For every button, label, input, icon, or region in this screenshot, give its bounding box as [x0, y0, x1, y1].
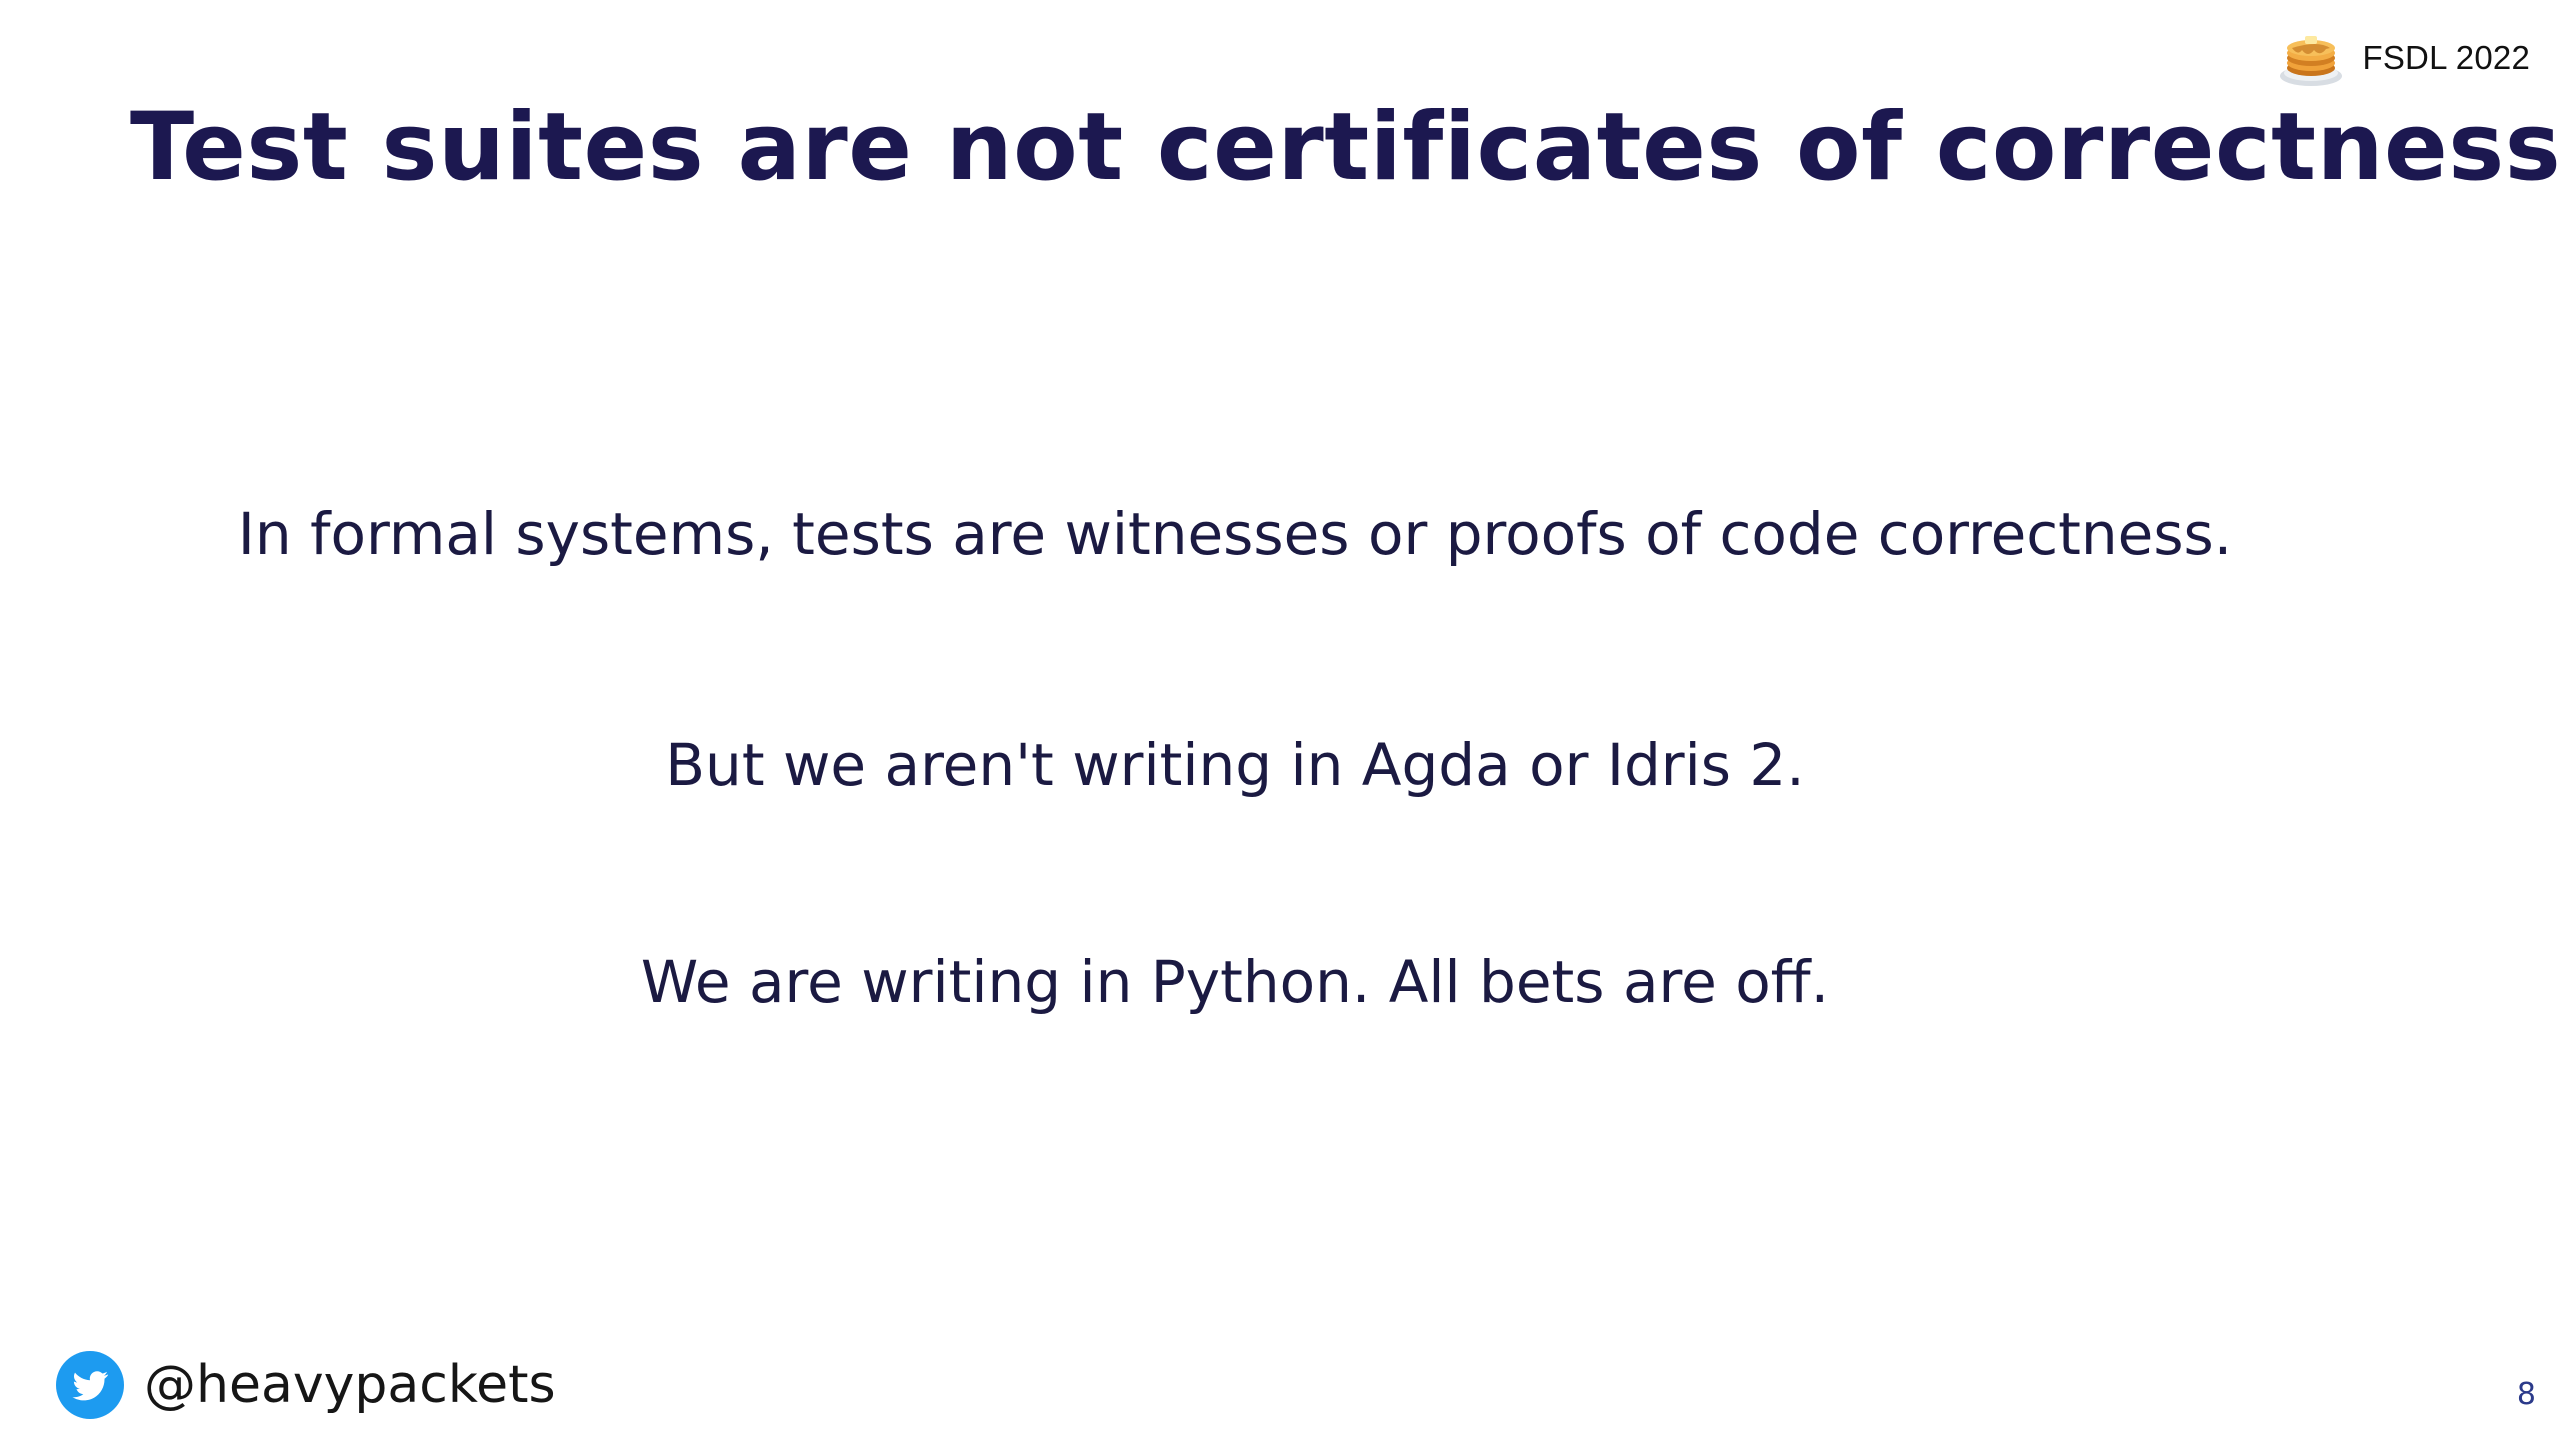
page-number: 8: [2516, 1377, 2536, 1412]
twitter-icon: [56, 1351, 124, 1419]
body-line-1: In formal systems, tests are witnesses o…: [237, 500, 2233, 568]
twitter-handle: @heavypackets: [56, 1350, 556, 1420]
brand-badge: FSDL 2022: [2278, 28, 2530, 88]
body-line-3: We are writing in Python. All bets are o…: [640, 948, 1830, 1016]
slide-title: Test suites are not certificates of corr…: [130, 93, 2560, 202]
handle-text: @heavypackets: [144, 1355, 556, 1415]
body-line-2: But we aren't writing in Agda or Idris 2…: [665, 731, 1805, 799]
slide: FSDL 2022 Test suites are not certificat…: [0, 0, 2560, 1440]
brand-label: FSDL 2022: [2362, 39, 2530, 76]
pancakes-icon: [2280, 36, 2343, 86]
